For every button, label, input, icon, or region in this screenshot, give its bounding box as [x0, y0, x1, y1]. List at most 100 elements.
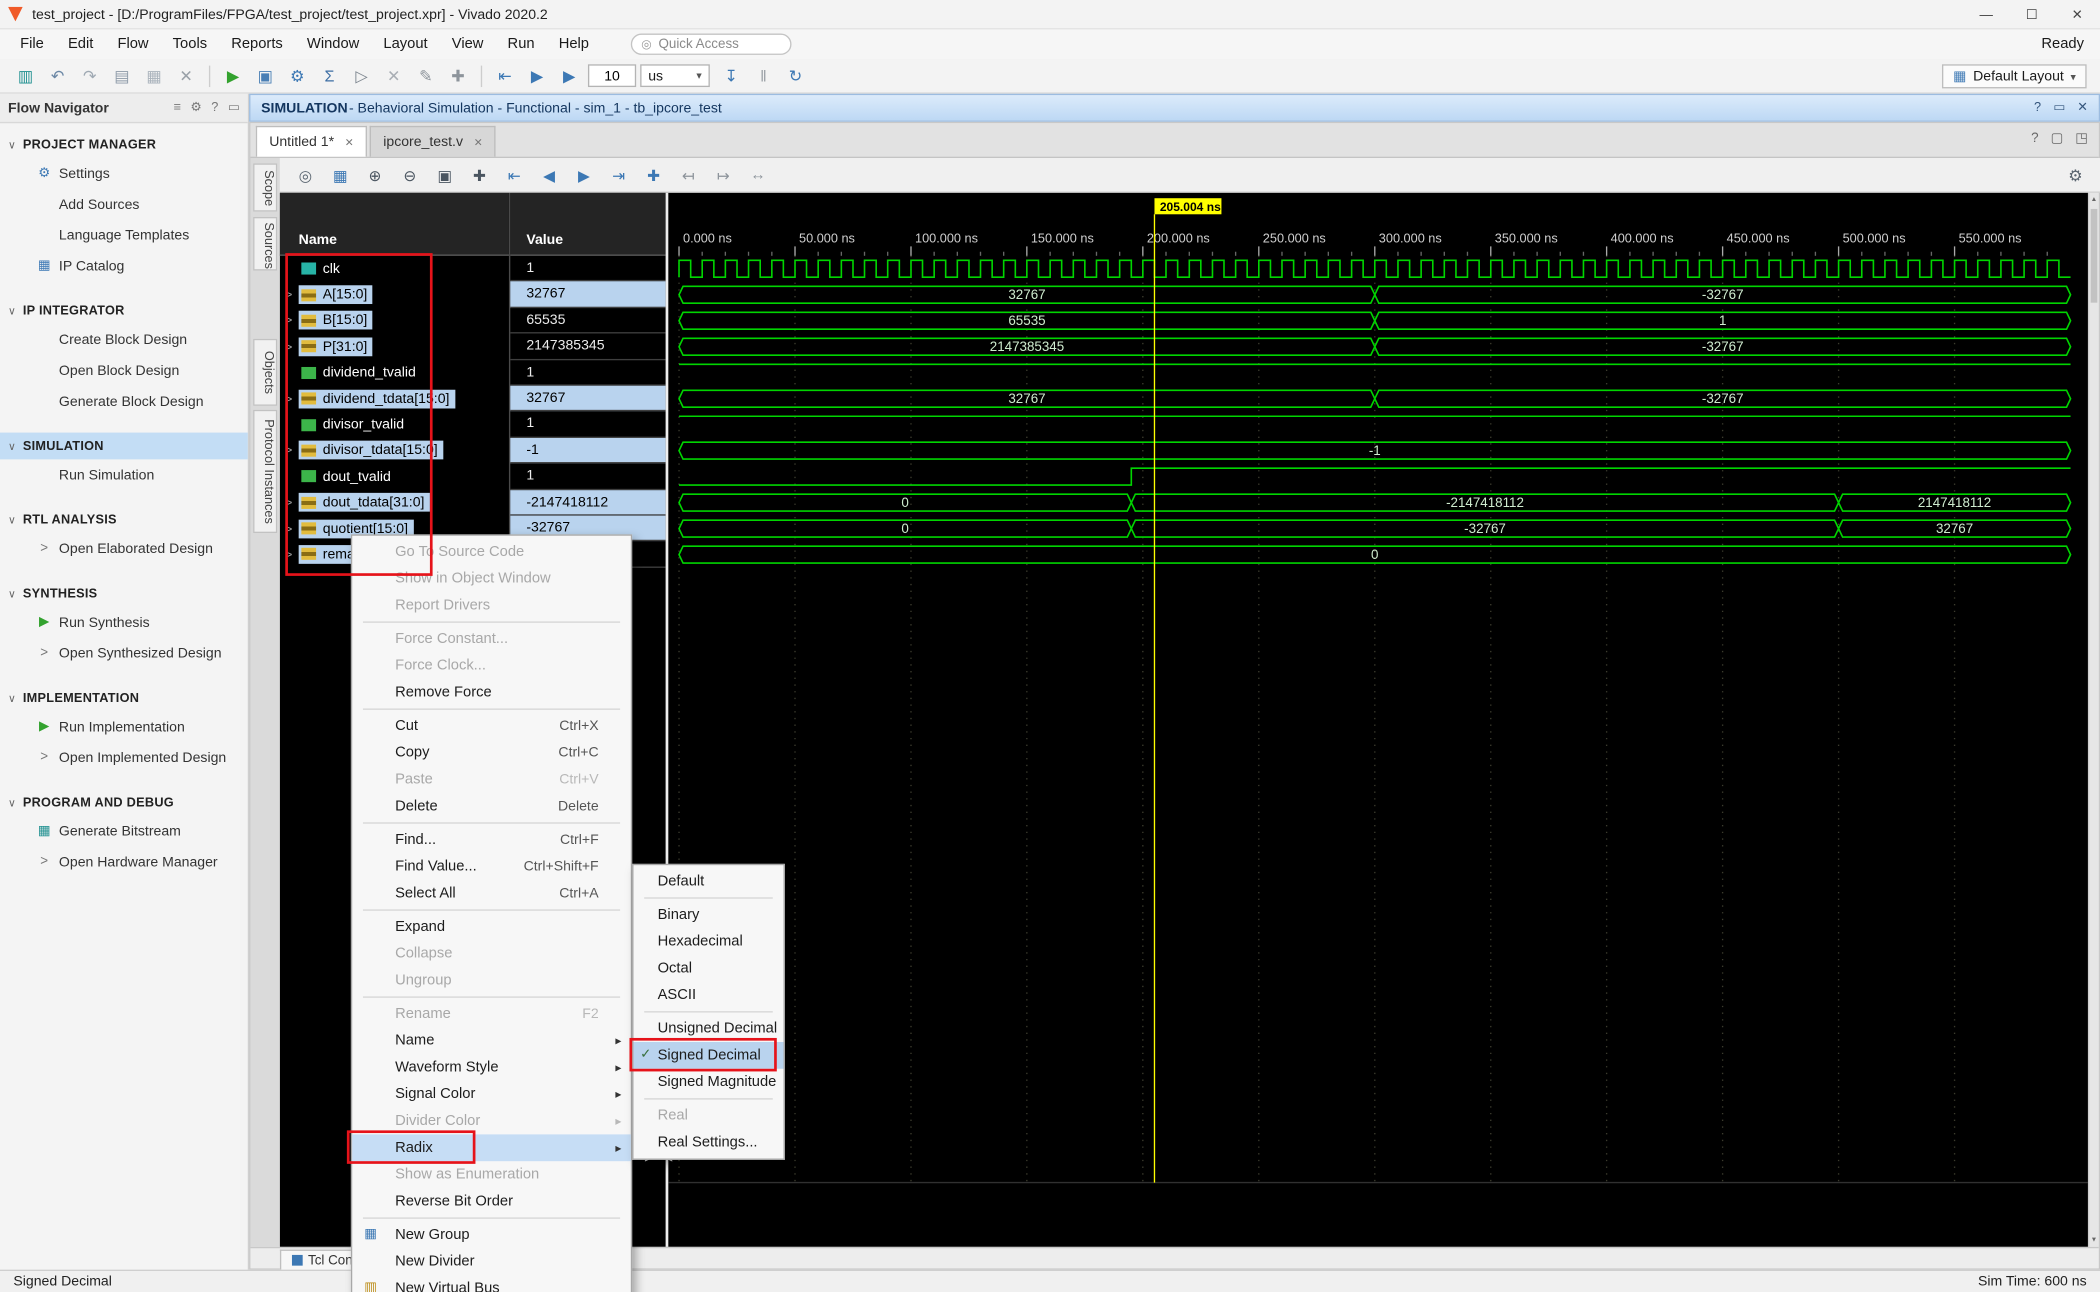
copy-icon[interactable]: ▤: [107, 66, 136, 85]
go-to-end-icon[interactable]: ⇥: [604, 165, 633, 184]
find-icon[interactable]: ◎: [291, 165, 320, 184]
side-tab-protocol-instances[interactable]: Protocol Instances: [253, 410, 277, 533]
menu-tools[interactable]: Tools: [161, 36, 220, 52]
kill-icon[interactable]: ✕: [379, 66, 408, 85]
tab-ipcore-test-v[interactable]: ipcore_test.v✕: [370, 126, 496, 157]
flow-item-add-sources[interactable]: Add Sources: [0, 189, 248, 220]
menu-item-name[interactable]: Name▸: [352, 1027, 631, 1054]
menu-item-expand[interactable]: Expand: [352, 913, 631, 940]
options-gear-icon[interactable]: ⚙: [190, 100, 201, 115]
expand-arrow-icon[interactable]: >: [285, 314, 298, 327]
menu-flow[interactable]: Flow: [105, 36, 160, 52]
close-tab-icon[interactable]: ✕: [474, 136, 483, 148]
close-button[interactable]: ✕: [2054, 0, 2100, 29]
radix-item-signed-decimal[interactable]: ✓Signed Decimal: [633, 1042, 783, 1069]
menu-item-report-drivers[interactable]: Report Drivers: [352, 592, 631, 619]
flow-item-open-block-design[interactable]: Open Block Design: [0, 355, 248, 386]
go-to-start-icon[interactable]: ⇤: [500, 165, 529, 184]
open-recent-icon[interactable]: ▥: [11, 66, 40, 85]
signal-row-dividend-tdata-15-0[interactable]: >dividend_tdata[15:0]: [280, 386, 509, 412]
menu-view[interactable]: View: [440, 36, 496, 52]
relaunch-icon[interactable]: ↻: [781, 66, 810, 85]
signal-row-dout-tdata-31-0[interactable]: >dout_tdata[31:0]: [280, 490, 509, 516]
scroll-down-icon[interactable]: ▼: [2089, 1236, 2098, 1244]
menu-item-copy[interactable]: CopyCtrl+C: [352, 739, 631, 766]
menu-item-divider-color[interactable]: Divider Color▸: [352, 1108, 631, 1135]
scrollbar-thumb[interactable]: [2091, 209, 2098, 303]
expand-arrow-icon[interactable]: >: [285, 496, 298, 509]
wave-settings-gear-icon[interactable]: ⚙: [2068, 165, 2082, 184]
vertical-scrollbar[interactable]: ▲ ▼: [2088, 193, 2099, 1247]
help-icon[interactable]: ?: [2034, 100, 2041, 115]
flow-item-open-synthesized-design[interactable]: >Open Synthesized Design: [0, 638, 248, 669]
close-icon[interactable]: ✕: [2077, 100, 2088, 115]
flow-item-open-implemented-design[interactable]: >Open Implemented Design: [0, 742, 248, 773]
run-time-input[interactable]: [588, 64, 636, 87]
menu-item-force-clock[interactable]: Force Clock...: [352, 652, 631, 679]
menu-item-reverse-bit-order[interactable]: Reverse Bit Order: [352, 1188, 631, 1215]
run-all-icon[interactable]: ▶: [522, 66, 551, 85]
redo-icon[interactable]: ↷: [75, 66, 104, 85]
radix-item-unsigned-decimal[interactable]: Unsigned Decimal: [633, 1015, 783, 1042]
flow-item-run-synthesis[interactable]: ▶Run Synthesis: [0, 607, 248, 638]
delete-icon[interactable]: ✕: [171, 66, 200, 85]
zoom-fit-icon[interactable]: ▣: [430, 165, 459, 184]
menu-item-find-value[interactable]: Find Value...Ctrl+Shift+F: [352, 853, 631, 880]
waveform-plot-panel[interactable]: 0.000 ns50.000 ns100.000 ns150.000 ns200…: [666, 193, 2088, 1247]
signal-row-divisor-tdata-15-0[interactable]: >divisor_tdata[15:0]: [280, 438, 509, 464]
quick-access-search[interactable]: ◎ Quick Access: [631, 33, 792, 54]
settings-gear-icon[interactable]: ⚙: [283, 66, 312, 85]
pause-icon[interactable]: ‖: [749, 66, 778, 85]
add-marker-icon[interactable]: ✚: [639, 165, 668, 184]
help-icon[interactable]: ?: [211, 100, 218, 115]
menu-file[interactable]: File: [8, 36, 56, 52]
radix-item-hexadecimal[interactable]: Hexadecimal: [633, 928, 783, 955]
menu-item-go-to-source-code[interactable]: Go To Source Code: [352, 538, 631, 565]
signal-row-b-15-0[interactable]: >B[15:0]: [280, 308, 509, 334]
flow-section-header-ip-integrator[interactable]: ∨IP INTEGRATOR: [0, 297, 248, 324]
flow-item-create-block-design[interactable]: Create Block Design: [0, 324, 248, 355]
menu-item-show-in-object-window[interactable]: Show in Object Window: [352, 565, 631, 592]
side-tab-objects[interactable]: Objects: [253, 339, 277, 406]
maximize-panel-icon[interactable]: ◳: [2075, 131, 2088, 146]
flow-section-header-synthesis[interactable]: ∨SYNTHESIS: [0, 580, 248, 607]
signal-row-a-15-0[interactable]: >A[15:0]: [280, 282, 509, 308]
radix-item-octal[interactable]: Octal: [633, 955, 783, 982]
menu-item-radix[interactable]: Radix▸: [352, 1134, 631, 1161]
float-window-icon[interactable]: ▢: [2051, 131, 2064, 146]
sum-icon[interactable]: Σ: [315, 66, 344, 85]
side-tab-scope[interactable]: Scope: [253, 163, 277, 211]
menu-item-remove-force[interactable]: Remove Force: [352, 679, 631, 706]
help-icon[interactable]: ?: [2031, 131, 2038, 146]
next-marker-icon[interactable]: ↦: [708, 165, 737, 184]
expand-arrow-icon[interactable]: >: [285, 444, 298, 457]
radix-item-real[interactable]: Real: [633, 1102, 783, 1129]
probe-icon[interactable]: ✚: [443, 66, 472, 85]
elaborate-icon[interactable]: ▷: [347, 66, 376, 85]
signal-row-dividend-tvalid[interactable]: dividend_tvalid: [280, 360, 509, 386]
menu-item-ungroup[interactable]: Ungroup: [352, 967, 631, 994]
save-waveform-icon[interactable]: ▦: [325, 165, 354, 184]
expand-arrow-icon[interactable]: >: [285, 392, 298, 405]
toggle-tree-icon[interactable]: ≡: [174, 100, 181, 115]
collapse-panel-icon[interactable]: ▭: [228, 100, 240, 115]
menu-run[interactable]: Run: [495, 36, 546, 52]
side-tab-sources[interactable]: Sources: [253, 217, 277, 271]
reports-icon[interactable]: ▣: [250, 66, 279, 85]
menu-item-collapse[interactable]: Collapse: [352, 940, 631, 967]
flow-item-ip-catalog[interactable]: ▦IP Catalog: [0, 250, 248, 281]
expand-arrow-icon[interactable]: >: [285, 548, 298, 561]
maximize-button[interactable]: ☐: [2009, 0, 2055, 29]
edit-icon[interactable]: ✎: [411, 66, 440, 85]
menu-item-signal-color[interactable]: Signal Color▸: [352, 1081, 631, 1108]
previous-transition-icon[interactable]: ◀: [534, 165, 563, 184]
wave-clk[interactable]: [679, 260, 2071, 277]
radix-item-binary[interactable]: Binary: [633, 901, 783, 928]
tab-untitled-1[interactable]: Untitled 1*✕: [256, 126, 367, 157]
flow-item-open-hardware-manager[interactable]: >Open Hardware Manager: [0, 846, 248, 877]
zoom-in-icon[interactable]: ⊕: [360, 165, 389, 184]
flow-item-generate-bitstream[interactable]: ▦Generate Bitstream: [0, 816, 248, 847]
step-icon[interactable]: ↧: [717, 66, 746, 85]
minimize-button[interactable]: —: [1963, 0, 2009, 29]
menu-item-new-virtual-bus[interactable]: ▥New Virtual Bus: [352, 1275, 631, 1292]
